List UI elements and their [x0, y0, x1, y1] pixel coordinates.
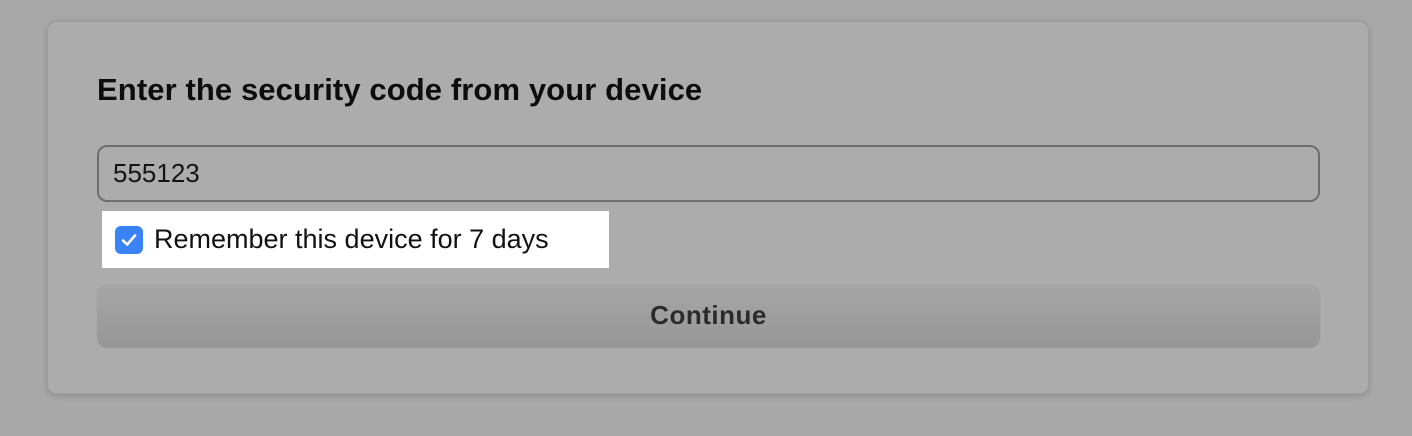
- checkmark-icon: [121, 233, 137, 246]
- dialog-title: Enter the security code from your device: [97, 72, 703, 107]
- remember-device-option[interactable]: Remember this device for 7 days: [102, 211, 609, 268]
- remember-device-checkbox[interactable]: [115, 225, 143, 254]
- continue-button[interactable]: Continue: [97, 284, 1320, 347]
- security-code-dialog: Enter the security code from your device…: [47, 21, 1369, 394]
- security-code-input[interactable]: [97, 145, 1320, 202]
- remember-device-label: Remember this device for 7 days: [154, 224, 549, 254]
